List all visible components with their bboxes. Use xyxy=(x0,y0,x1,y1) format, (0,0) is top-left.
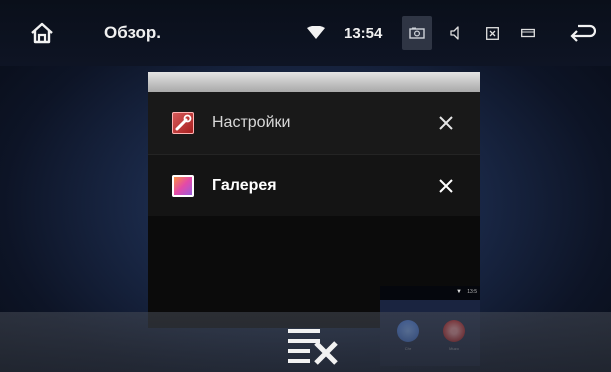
thumbnail-time: 13:5 xyxy=(467,289,477,295)
screen-title: Обзор. xyxy=(104,23,162,42)
recent-app-label: Настройки xyxy=(212,114,291,131)
status-bar: Обзор. 13:54 xyxy=(0,0,611,66)
home-icon[interactable] xyxy=(22,0,62,66)
close-window-icon[interactable] xyxy=(480,0,504,66)
recent-app-card-settings[interactable]: Настройки xyxy=(148,92,480,154)
wifi-icon: ▼ xyxy=(456,289,462,295)
back-icon[interactable] xyxy=(566,0,600,66)
status-time: 13:54 xyxy=(344,24,383,42)
recent-app-label: Галерея xyxy=(212,177,277,194)
thumbnail-status-bar xyxy=(380,286,480,300)
settings-app-icon xyxy=(172,112,194,134)
close-icon[interactable] xyxy=(434,111,458,135)
screenshot-icon[interactable] xyxy=(402,16,432,50)
volume-icon[interactable] xyxy=(444,0,468,66)
recent-app-card-gallery[interactable]: Галерея xyxy=(148,154,480,217)
clear-all-icon[interactable] xyxy=(286,325,340,365)
close-icon[interactable] xyxy=(434,174,458,198)
window-icon[interactable] xyxy=(516,0,540,66)
recent-card-header-strip xyxy=(148,72,480,92)
gallery-app-icon xyxy=(172,175,194,197)
wifi-icon xyxy=(304,0,328,66)
